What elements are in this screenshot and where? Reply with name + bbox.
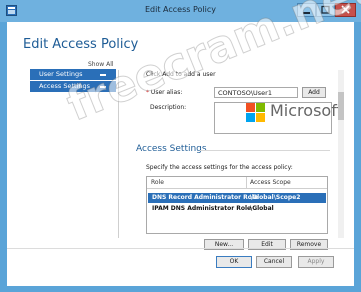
- role-cell: IPAM DNS Administrator Role: [152, 205, 252, 212]
- section-divider: [200, 150, 330, 151]
- microsoft-logo-icon: [246, 103, 265, 122]
- column-divider: [246, 177, 247, 188]
- apply-button[interactable]: Apply: [298, 256, 334, 268]
- user-alias-value: CONTOSO\User1: [218, 89, 272, 97]
- role-cell: DNS Record Administrator Role: [152, 194, 259, 201]
- ok-button[interactable]: OK: [216, 256, 252, 268]
- scope-cell: \Global\Scope2: [250, 194, 301, 201]
- access-settings-title: Access Settings: [136, 144, 207, 154]
- footer-divider: [7, 248, 354, 249]
- edit-access-policy-window: Edit Access Policy Edit Access Policy Sh…: [0, 0, 361, 292]
- column-header-role[interactable]: Role: [151, 179, 164, 186]
- scope-cell: \Global: [250, 205, 274, 212]
- microsoft-logo-text: Microsoft: [270, 101, 343, 120]
- cancel-button[interactable]: Cancel: [256, 256, 292, 268]
- user-alias-field[interactable]: CONTOSO\User1: [214, 87, 298, 98]
- access-settings-table: Role Access Scope DNS Record Administrat…: [146, 176, 328, 234]
- add-user-button[interactable]: Add: [302, 87, 326, 98]
- description-label: Description:: [150, 104, 187, 111]
- access-settings-instruction: Specify the access settings for the acce…: [146, 164, 293, 171]
- table-header: Role Access Scope: [147, 177, 327, 189]
- page-title: Edit Access Policy: [23, 37, 139, 52]
- table-row[interactable]: DNS Record Administrator Role \Global\Sc…: [148, 193, 326, 203]
- scrollbar-thumb[interactable]: [338, 92, 344, 120]
- column-header-scope[interactable]: Access Scope: [250, 179, 291, 186]
- table-row[interactable]: IPAM DNS Administrator Role \Global: [148, 204, 326, 214]
